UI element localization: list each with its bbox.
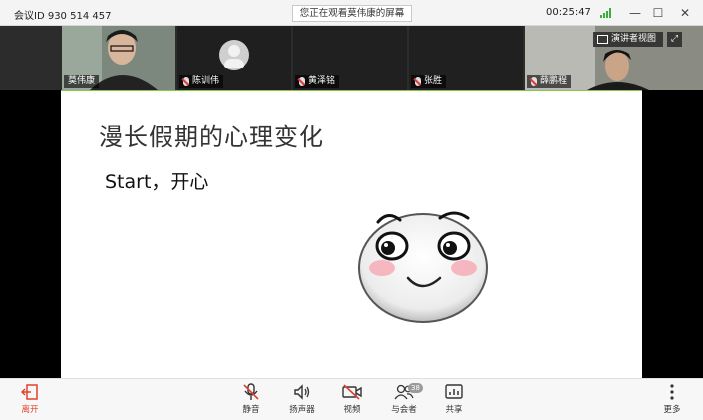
mute-button[interactable]: 静音 (229, 383, 273, 419)
participant-name: 张胜 (424, 76, 443, 86)
meeting-id: 会议ID 930 514 457 (14, 11, 112, 22)
signal-strength-icon (600, 8, 612, 18)
speaker-label: 扬声器 (289, 405, 315, 415)
participant-tile[interactable]: 陈训伟 (177, 26, 291, 90)
fullscreen-icon[interactable]: ⤢ (667, 32, 682, 47)
exit-icon (21, 384, 38, 400)
mic-muted-icon (531, 77, 537, 86)
participants-count-badge: 38 (408, 383, 423, 393)
avatar-icon (219, 40, 249, 70)
shared-screen: 漫长假期的心理变化 Start，开心 (0, 90, 703, 378)
video-off-icon (342, 384, 362, 400)
participant-name-tag: 薛鹏程 (527, 75, 572, 88)
minimize-icon[interactable]: — (626, 4, 644, 22)
participant-tile[interactable]: 莫伟康 (62, 26, 175, 90)
speaker-view-label: 演讲者视图 (611, 34, 657, 44)
participant-tile[interactable]: 黄泽铭 (293, 26, 407, 90)
participant-name-tag: 莫伟康 (64, 75, 100, 88)
speaker-view-button[interactable]: 演讲者视图 (593, 32, 663, 47)
share-button[interactable]: 共享 (432, 383, 476, 419)
participant-name: 薛鹏程 (540, 76, 568, 86)
leave-label: 离开 (21, 405, 39, 415)
close-icon[interactable]: ✕ (676, 4, 694, 22)
participants-button[interactable]: 38 与会者 (382, 383, 426, 419)
maximize-icon[interactable]: ☐ (649, 4, 667, 22)
participant-tile[interactable]: 张胜 (409, 26, 523, 90)
smiling-face-illustration (358, 211, 488, 323)
participant-name-tag: 陈训伟 (179, 75, 224, 88)
participant-name-tag: 黄泽铭 (295, 75, 340, 88)
mute-label: 静音 (242, 405, 260, 415)
slide-title: 漫长假期的心理变化 (99, 123, 324, 151)
participant-name-tag: 张胜 (411, 75, 447, 88)
video-strip: 莫伟康 陈训伟 黄泽铭 张胜 薛鹏程 演讲者视图 ⤢ (0, 26, 703, 90)
more-button[interactable]: 更多 (650, 383, 694, 419)
meeting-toolbar: 离开 静音 扬声器 视频 38 与会者 共享 更多 (0, 378, 703, 420)
participant-name: 陈训伟 (192, 76, 220, 86)
title-bar: 会议ID 930 514 457 您正在观看莫伟康的屏幕 00:25:47 — … (0, 0, 703, 26)
leave-button[interactable]: 离开 (8, 383, 52, 419)
grid-icon (597, 35, 608, 44)
meeting-timer: 00:25:47 (546, 7, 591, 18)
mic-muted-icon (243, 383, 259, 400)
mic-muted-icon (299, 77, 305, 86)
slide-subtitle: Start，开心 (105, 171, 209, 193)
participant-name: 莫伟康 (68, 76, 96, 86)
speaker-icon (294, 384, 310, 400)
mic-muted-icon (415, 77, 421, 86)
presentation-slide: 漫长假期的心理变化 Start，开心 (61, 90, 642, 378)
more-vertical-icon (670, 384, 674, 400)
participants-label: 与会者 (391, 405, 417, 415)
video-button[interactable]: 视频 (330, 383, 374, 419)
more-label: 更多 (663, 405, 681, 415)
viewing-screen-indicator[interactable]: 您正在观看莫伟康的屏幕 (292, 5, 412, 22)
video-label: 视频 (343, 405, 361, 415)
speaker-button[interactable]: 扬声器 (280, 383, 324, 419)
participant-name: 黄泽铭 (308, 76, 336, 86)
share-screen-icon (445, 384, 463, 399)
mic-muted-icon (183, 77, 189, 86)
share-label: 共享 (445, 405, 463, 415)
